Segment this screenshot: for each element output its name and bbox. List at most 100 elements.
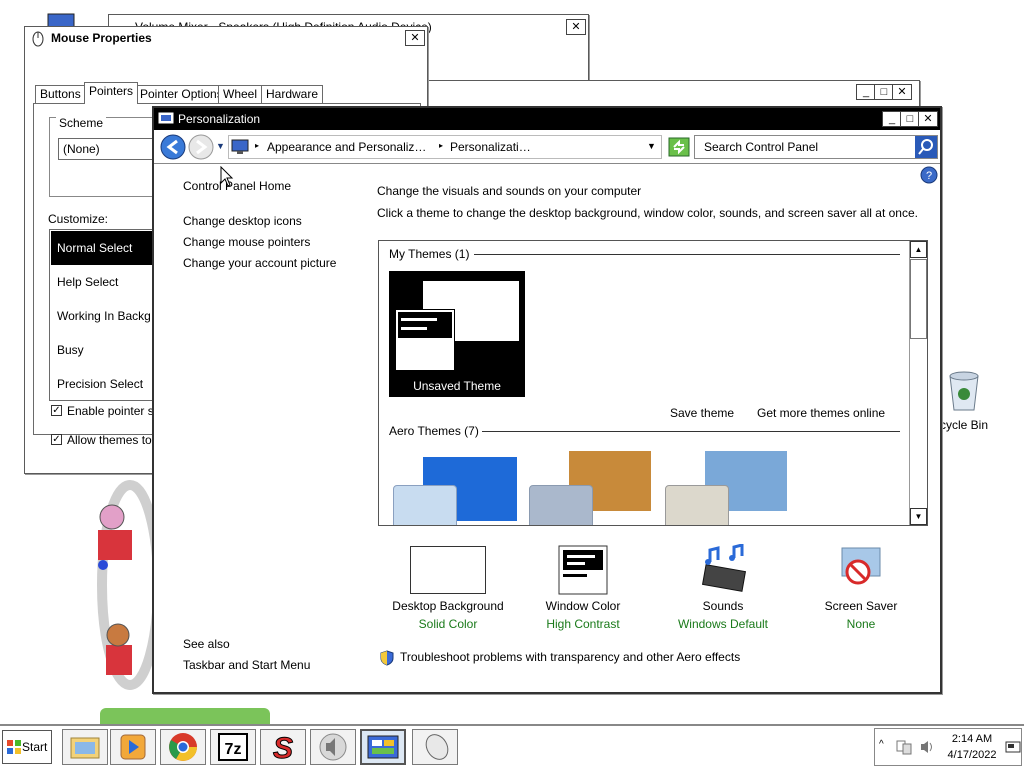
screen-saver-setting[interactable]: Screen Saver None — [796, 544, 926, 632]
chrome-icon — [169, 733, 197, 761]
window-color-setting[interactable]: Window Color High Contrast — [518, 544, 648, 632]
clock-time[interactable]: 2:14 AM — [943, 733, 1001, 745]
tab-pointer-options[interactable]: Pointer Options — [135, 85, 228, 103]
scroll-down-arrow-icon[interactable]: ▼ — [910, 508, 927, 525]
personalization-close-button[interactable]: ✕ — [918, 111, 938, 127]
scroll-up-arrow-icon[interactable]: ▲ — [910, 241, 927, 258]
windows-logo-icon — [7, 740, 21, 754]
enable-pointer-shadow-checkbox[interactable]: ✓ — [51, 405, 62, 416]
background-window-close-button[interactable]: ✕ — [892, 84, 912, 100]
unsaved-theme-label: Unsaved Theme — [413, 379, 501, 393]
mouse-cursor-icon — [220, 166, 234, 187]
svg-text:S: S — [273, 732, 293, 764]
network-icon[interactable] — [895, 739, 913, 755]
screen-saver-icon — [841, 547, 881, 585]
desktop-background-preview-icon — [410, 546, 486, 594]
s-app-icon: S — [272, 732, 293, 766]
refresh-icon[interactable] — [668, 137, 690, 157]
clock-date[interactable]: 4/17/2022 — [943, 749, 1001, 761]
tab-wheel[interactable]: Wheel — [218, 85, 263, 103]
personalization-maximize-button[interactable]: □ — [900, 111, 920, 127]
history-dropdown-icon[interactable]: ▼ — [216, 141, 225, 151]
personalization-title-bar[interactable]: Personalization _ □ ✕ — [154, 108, 940, 130]
change-mouse-pointers-link[interactable]: Change mouse pointers — [183, 235, 310, 249]
mouse-taskbar-icon — [425, 734, 449, 760]
breadcrumb-separator-icon-2: ▸ — [439, 141, 444, 150]
theme-gallery[interactable]: My Themes (1) Unsaved Theme Save theme G… — [378, 240, 928, 526]
control-panel-taskbar-icon — [367, 735, 399, 759]
taskbar-start-menu-link[interactable]: Taskbar and Start Menu — [183, 658, 310, 672]
search-icon[interactable] — [915, 136, 937, 158]
recycle-bin-desktop-icon[interactable]: cycle Bin — [940, 368, 1024, 438]
aero-theme-windows[interactable] — [393, 457, 517, 525]
theme-preview-window-small — [395, 309, 455, 371]
taskbar-s-app-button[interactable]: S — [260, 729, 306, 766]
get-more-themes-link[interactable]: Get more themes online — [757, 406, 885, 420]
change-desktop-icons-link[interactable]: Change desktop icons — [183, 214, 302, 228]
taskbar-control-panel-button[interactable] — [360, 729, 406, 765]
troubleshoot-aero-link[interactable]: Troubleshoot problems with transparency … — [400, 650, 740, 664]
mouse-icon — [32, 31, 44, 47]
taskbar-mouse-properties-button[interactable] — [412, 729, 458, 765]
start-button[interactable]: Start — [2, 730, 52, 764]
navigation-bar: ▼ ▸ Appearance and Personaliz… ▸ Persona… — [154, 130, 940, 164]
speaker-icon — [319, 733, 347, 761]
sounds-value[interactable]: Windows Default — [658, 617, 788, 631]
background-window-maximize-button[interactable]: □ — [874, 84, 894, 100]
show-hidden-icons-button[interactable]: ^ — [879, 739, 884, 750]
main-description: Click a theme to change the desktop back… — [377, 206, 918, 220]
tab-pointers[interactable]: Pointers — [84, 82, 139, 104]
sounds-setting[interactable]: Sounds Windows Default — [658, 544, 788, 632]
desktop-mascot — [90, 475, 163, 705]
pointer-item-working[interactable]: Working In Backgro — [51, 299, 151, 333]
volume-icon[interactable] — [919, 739, 937, 755]
desktop-background-setting[interactable]: Desktop Background Solid Color — [378, 544, 518, 632]
volume-mixer-close-button[interactable]: ✕ — [566, 19, 586, 35]
recycle-bin-icon — [949, 371, 979, 411]
desktop-background-value[interactable]: Solid Color — [378, 617, 518, 631]
allow-themes-checkbox[interactable]: ✓ — [51, 434, 62, 445]
aero-theme-characters[interactable] — [665, 451, 789, 525]
desktop-grass — [100, 708, 270, 724]
background-window-minimize-button[interactable]: _ — [856, 84, 876, 100]
personalization-minimize-button[interactable]: _ — [882, 111, 902, 127]
screen-saver-value[interactable]: None — [796, 617, 926, 631]
mouse-properties-close-button[interactable]: ✕ — [405, 30, 425, 46]
address-box[interactable]: ▸ Appearance and Personaliz… ▸ Personali… — [228, 135, 662, 159]
taskbar-7zip-button[interactable]: 7z — [210, 729, 256, 765]
mouse-properties-title: Mouse Properties — [51, 31, 152, 45]
pointer-list[interactable]: Normal Select Help Select Working In Bac… — [49, 229, 169, 401]
save-theme-link[interactable]: Save theme — [670, 406, 734, 420]
address-dropdown-icon[interactable]: ▼ — [647, 141, 656, 151]
scroll-thumb[interactable] — [910, 259, 927, 339]
back-button[interactable] — [159, 133, 187, 161]
taskbar-media-player-button[interactable] — [110, 729, 156, 765]
tab-hardware[interactable]: Hardware — [261, 85, 324, 103]
help-icon[interactable]: ? — [920, 166, 938, 184]
media-player-icon — [120, 734, 146, 760]
breadcrumb-appearance[interactable]: Appearance and Personaliz… — [267, 140, 426, 154]
aero-theme-architecture[interactable] — [529, 451, 653, 525]
show-desktop-icon[interactable] — [1005, 741, 1021, 755]
forward-button[interactable] — [187, 133, 215, 161]
window-color-value[interactable]: High Contrast — [518, 617, 648, 631]
breadcrumb-personalization[interactable]: Personalizati… — [450, 140, 531, 154]
shield-icon — [380, 650, 394, 666]
personalization-window[interactable]: Personalization _ □ ✕ ▼ ▸ Appearance and… — [152, 106, 942, 694]
control-panel-home-link[interactable]: Control Panel Home — [183, 179, 291, 193]
pointer-item-busy[interactable]: Busy — [51, 333, 151, 367]
pointer-item-precision[interactable]: Precision Select — [51, 367, 151, 400]
window-color-label: Window Color — [545, 599, 621, 613]
change-account-picture-link[interactable]: Change your account picture — [183, 256, 336, 270]
taskbar-explorer-button[interactable] — [62, 729, 108, 765]
customize-label: Customize: — [48, 212, 109, 226]
taskbar-chrome-button[interactable] — [160, 729, 206, 765]
tab-buttons[interactable]: Buttons — [35, 85, 86, 103]
aero-themes-heading: Aero Themes (7) — [389, 424, 479, 438]
taskbar-volume-mixer-button[interactable] — [310, 729, 356, 765]
gallery-scrollbar[interactable]: ▲ ▼ — [909, 241, 927, 525]
unsaved-theme-tile[interactable]: Unsaved Theme — [389, 271, 525, 397]
screen-saver-label: Screen Saver — [824, 599, 898, 613]
pointer-item-help-select[interactable]: Help Select — [51, 265, 151, 299]
search-control-panel-input[interactable]: Search Control Panel — [694, 135, 938, 159]
